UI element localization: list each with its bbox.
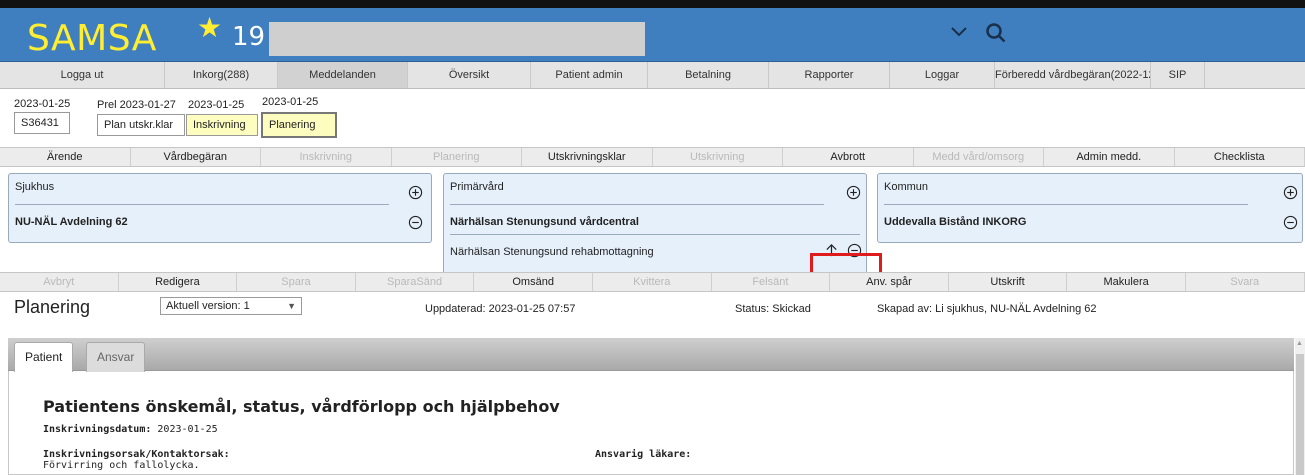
scroll-up-icon[interactable]: ▲ (1296, 340, 1303, 347)
add-circle-icon[interactable] (408, 185, 423, 200)
orsak-label: Inskrivningsorsak/Kontaktorsak: (43, 449, 230, 460)
field-label: Ansvarig läkare: (595, 449, 692, 460)
action-button[interactable]: Spara (237, 273, 356, 291)
inskrivningsdatum-row: Inskrivningsdatum: 2023-01-25 (43, 424, 218, 435)
action-button[interactable]: Avbryt (0, 273, 119, 291)
panel-title: Kommun (884, 181, 929, 193)
menu-item[interactable]: Logga ut (0, 62, 165, 88)
action-button[interactable]: Redigera (119, 273, 238, 291)
main-menu: Logga ut Inkorg(288) Meddelanden Översikt Pa… (0, 62, 1305, 89)
action-button[interactable]: Utskrift (949, 273, 1068, 291)
status-row: 2023-01-25 S36431 Prel 2023-01-27 2023-0… (0, 90, 1305, 146)
version-select[interactable]: Aktuell version: 1 ▼ (160, 297, 302, 315)
divider (450, 234, 860, 235)
created-info: Skapad av: Li sjukhus, NU-NÄL Avdelning … (877, 303, 1097, 315)
action-button[interactable]: Kvittera (593, 273, 712, 291)
unit-name: Närhälsan Stenungsund vårdcentral (450, 216, 639, 228)
panel-sjukhus: Sjukhus NU-NÄL Avdelning 62 (8, 173, 432, 243)
menu-item[interactable]: Inkorg(288) (165, 62, 278, 88)
field-value: 2023-01-25 (157, 424, 218, 435)
app-logo: SAMSA (27, 18, 157, 59)
divider (15, 204, 389, 205)
process-tab[interactable]: Medd vård/omsorg (914, 148, 1044, 166)
remove-circle-icon[interactable] (1283, 215, 1298, 230)
process-tab[interactable]: Utskrivningsklar (522, 148, 653, 166)
process-tab[interactable]: Vårdbegäran (131, 148, 261, 166)
search-icon[interactable] (985, 22, 1007, 44)
orsak-value: Förvirring och fallolycka. (43, 460, 200, 471)
scrollbar[interactable]: ▲ (1295, 338, 1305, 475)
process-tab[interactable]: Planering (392, 148, 522, 166)
action-button[interactable]: Anv. spår (830, 273, 949, 291)
menu-item[interactable]: SIP (1151, 62, 1205, 88)
chevron-down-icon[interactable] (950, 25, 968, 39)
prel-date: Prel 2023-01-27 (97, 99, 176, 111)
action-button[interactable]: Makulera (1067, 273, 1186, 291)
divider (884, 204, 1248, 205)
chevron-down-icon: ▼ (287, 301, 296, 311)
status-planering[interactable]: Planering (261, 112, 337, 138)
notification-count: 19 (232, 22, 266, 52)
start-date: 2023-01-25 (14, 98, 71, 110)
menu-item[interactable]: Översikt (408, 62, 531, 88)
inskrivning-date: 2023-01-25 (188, 99, 245, 111)
action-toolbar: Avbryt Redigera Spara SparaSänd Omsänd Kvitte… (0, 272, 1305, 292)
divider (450, 204, 824, 205)
patient-identity-box (269, 22, 645, 56)
case-id[interactable]: S36431 (14, 112, 70, 134)
unit-name: NU-NÄL Avdelning 62 (15, 216, 128, 228)
unit-name-secondary: Närhälsan Stenungsund rehabmottagning (450, 246, 654, 258)
menu-item[interactable]: Rapporter (769, 62, 890, 88)
add-circle-icon[interactable] (1283, 185, 1298, 200)
tab-patient[interactable]: Patient (14, 342, 74, 372)
page-title: Planering (14, 297, 91, 317)
section-heading: Patientens önskemål, status, vårdförlopp… (43, 397, 560, 416)
star-icon[interactable]: ★ (197, 11, 222, 44)
action-button[interactable]: Svara (1186, 273, 1305, 291)
version-value: Aktuell version: 1 (166, 300, 250, 312)
add-circle-icon[interactable] (846, 185, 861, 200)
updated-info: Uppdaterad: 2023-01-25 07:57 (425, 303, 576, 315)
menu-item[interactable]: Förberedd vårdbegäran(2022-12-15) (995, 62, 1151, 88)
process-tab[interactable]: Ärende (0, 148, 131, 166)
process-tab[interactable]: Inskrivning (261, 148, 392, 166)
lakare-label: Ansvarig läkare: (595, 449, 691, 460)
process-tabs: Ärende Vårdbegäran Inskrivning Planering Uts… (0, 147, 1305, 167)
field-label: Inskrivningsdatum: (43, 424, 152, 435)
process-tab[interactable]: Checklista (1175, 148, 1305, 166)
planering-date: 2023-01-25 (262, 96, 319, 108)
field-label: Inskrivningsorsak/Kontaktorsak: (43, 449, 230, 460)
action-button[interactable]: Felsänt (712, 273, 831, 291)
content-tabs: Patient Ansvar (8, 338, 1294, 372)
unit-name: Uddevalla Bistånd INKORG (884, 216, 1027, 228)
panel-primarvard: Primärvård Närhälsan Stenungsund vårdcen… (443, 173, 867, 288)
menu-item[interactable]: Patient admin (531, 62, 648, 88)
panel-title: Primärvård (450, 181, 504, 193)
panel-title: Sjukhus (15, 181, 55, 193)
menu-item[interactable]: Betalning (648, 62, 769, 88)
app-header: SAMSA ★ 19 (0, 0, 1305, 62)
process-tab[interactable]: Admin medd. (1044, 148, 1175, 166)
status-info: Status: Skickad (735, 303, 811, 315)
menu-item[interactable]: Meddelanden (278, 62, 408, 88)
remove-circle-icon[interactable] (408, 215, 423, 230)
action-button[interactable]: Omsänd (474, 273, 593, 291)
menu-item[interactable]: Loggar (890, 62, 995, 88)
process-tab[interactable]: Utskrivning (653, 148, 783, 166)
scrollbar-thumb[interactable] (1296, 354, 1304, 475)
status-inskrivning[interactable]: Inskrivning (186, 114, 258, 136)
panel-kommun: Kommun Uddevalla Bistånd INKORG (877, 173, 1303, 243)
status-plan-utskr[interactable]: Plan utskr.klar (97, 114, 185, 136)
process-tab[interactable]: Avbrott (783, 148, 914, 166)
action-button[interactable]: SparaSänd (356, 273, 475, 291)
tab-ansvar[interactable]: Ansvar (86, 342, 146, 372)
